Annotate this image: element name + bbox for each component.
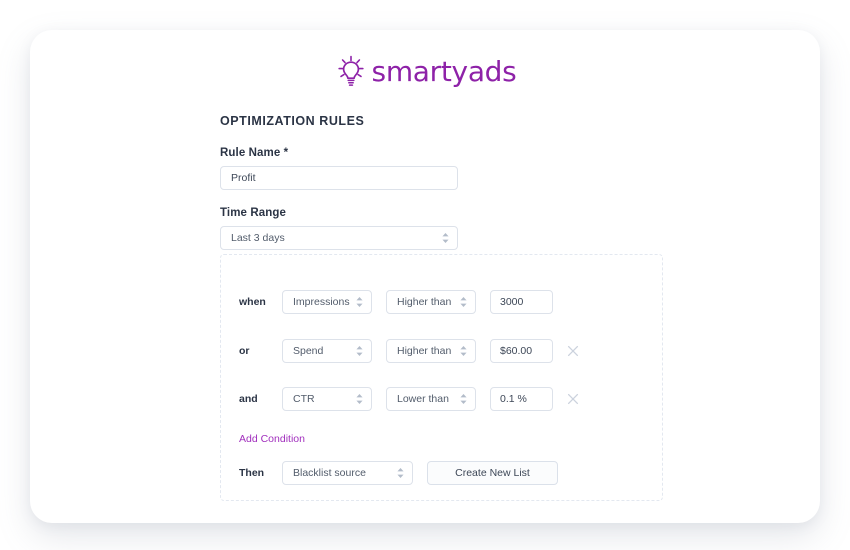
time-range-label: Time Range — [220, 207, 286, 219]
chevron-updown-icon — [397, 467, 404, 479]
condition-metric-value: Impressions — [293, 296, 350, 308]
condition-value: $60.00 — [500, 345, 533, 357]
time-range-value: Last 3 days — [231, 232, 285, 244]
then-row: Then Blacklist source Create New List — [239, 461, 558, 485]
condition-row: and CTR Lower than 0.1 % — [239, 387, 581, 411]
condition-operator-value: Lower than — [397, 393, 449, 405]
condition-conjunction: when — [239, 296, 266, 308]
condition-row: or Spend Higher than $60.00 — [239, 339, 581, 363]
time-range-select[interactable]: Last 3 days — [220, 226, 458, 250]
condition-value: 0.1 % — [500, 393, 527, 405]
condition-value-input[interactable]: $60.00 — [490, 339, 553, 363]
chevron-updown-icon — [356, 296, 363, 308]
chevron-updown-icon — [442, 232, 449, 244]
chevron-updown-icon — [460, 393, 467, 405]
rule-name-label: Rule Name * — [220, 147, 289, 159]
lightbulb-icon — [337, 55, 364, 86]
rule-form: OPTIMIZATION RULES Rule Name * Profit Ti… — [220, 114, 680, 250]
condition-operator-value: Higher than — [397, 345, 452, 357]
page-title: OPTIMIZATION RULES — [220, 114, 365, 128]
then-action-value: Blacklist source — [293, 467, 366, 479]
optimization-rules-card: smartyads OPTIMIZATION RULES Rule Name *… — [30, 30, 820, 523]
rule-name-value: Profit — [231, 172, 256, 184]
conditions-panel: when Impressions Higher than 3000 or Spe… — [220, 254, 663, 501]
condition-metric-select[interactable]: Impressions — [282, 290, 372, 314]
rule-name-input[interactable]: Profit — [220, 166, 458, 190]
condition-conjunction: or — [239, 345, 250, 357]
brand-logo: smartyads — [30, 54, 820, 88]
condition-value-input[interactable]: 0.1 % — [490, 387, 553, 411]
condition-operator-select[interactable]: Higher than — [386, 339, 476, 363]
chevron-updown-icon — [356, 393, 363, 405]
condition-metric-select[interactable]: CTR — [282, 387, 372, 411]
condition-operator-select[interactable]: Higher than — [386, 290, 476, 314]
close-icon[interactable] — [565, 391, 581, 407]
condition-row: when Impressions Higher than 3000 — [239, 290, 553, 314]
close-icon[interactable] — [565, 343, 581, 359]
page-root: smartyads OPTIMIZATION RULES Rule Name *… — [0, 0, 850, 550]
then-label: Then — [239, 467, 265, 479]
condition-conjunction: and — [239, 393, 258, 405]
condition-metric-value: Spend — [293, 345, 324, 357]
add-condition-link[interactable]: Add Condition — [239, 433, 305, 445]
condition-metric-select[interactable]: Spend — [282, 339, 372, 363]
condition-operator-value: Higher than — [397, 296, 452, 308]
chevron-updown-icon — [460, 345, 467, 357]
create-new-list-button[interactable]: Create New List — [427, 461, 558, 485]
condition-value-input[interactable]: 3000 — [490, 290, 553, 314]
condition-operator-select[interactable]: Lower than — [386, 387, 476, 411]
condition-metric-value: CTR — [293, 393, 315, 405]
condition-value: 3000 — [500, 296, 524, 308]
brand-name: smartyads — [371, 54, 517, 88]
chevron-updown-icon — [356, 345, 363, 357]
chevron-updown-icon — [460, 296, 467, 308]
then-action-select[interactable]: Blacklist source — [282, 461, 413, 485]
